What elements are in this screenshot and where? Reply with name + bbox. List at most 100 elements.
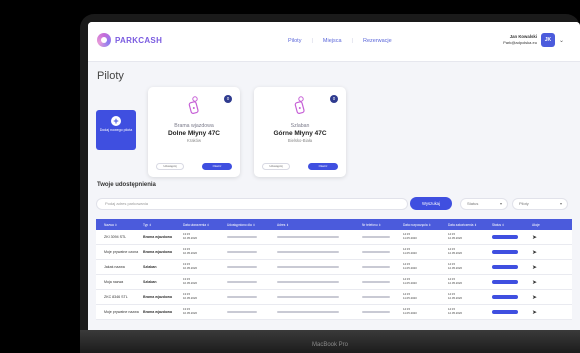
row-end: 14:15 12.05.2020 bbox=[448, 248, 492, 255]
logo-icon bbox=[97, 33, 111, 47]
row-status bbox=[492, 279, 532, 285]
logo-text: PARKCASH bbox=[115, 35, 163, 45]
col-end[interactable]: Data zakończenia ⇕ bbox=[448, 223, 492, 227]
redacted-text bbox=[362, 296, 390, 298]
redacted-text bbox=[277, 281, 339, 283]
redacted-text bbox=[227, 281, 257, 283]
col-type[interactable]: Typ ⇕ bbox=[143, 223, 183, 227]
row-start-date: 11.05.2020 bbox=[403, 266, 417, 270]
search-button[interactable]: Wyszukaj bbox=[410, 197, 452, 210]
plus-icon: + bbox=[111, 116, 121, 126]
user-info: Jan Kowalski Park@adpolska.eu bbox=[503, 34, 537, 46]
row-start: 14:15 11.05.2020 bbox=[403, 263, 448, 270]
avatar[interactable]: JK bbox=[540, 33, 555, 47]
col-address[interactable]: Adres ⇕ bbox=[277, 223, 362, 227]
table-row[interactable]: Moje prywatne ozona Brama wjazdowa 13:15 10… bbox=[96, 245, 572, 260]
main-nav: Piloty | Miejsca | Rezerwacje bbox=[288, 38, 392, 44]
table-row[interactable]: ZKI 3094 STL Brama wjazdowa 13:15 10.05.202… bbox=[96, 230, 572, 245]
row-start: 14:15 11.05.2020 bbox=[403, 233, 448, 240]
send-icon[interactable]: ➤ bbox=[532, 280, 537, 286]
search-input[interactable]: Podaj adres parkowania bbox=[96, 198, 408, 210]
row-end-date: 12.05.2020 bbox=[448, 236, 462, 240]
share-button[interactable]: Udostępnij bbox=[156, 163, 184, 170]
chevron-down-icon[interactable]: ⌄ bbox=[559, 37, 564, 44]
user-email: Park@adpolska.eu bbox=[503, 40, 537, 45]
pilots-select[interactable]: Piloty ▾ bbox=[512, 198, 568, 210]
row-end: 14:15 12.05.2020 bbox=[448, 308, 492, 315]
row-type: Brama wjazdowa bbox=[143, 295, 172, 299]
nav-miejsca[interactable]: Miejsca bbox=[323, 38, 342, 44]
chevron-down-icon: ▾ bbox=[559, 201, 562, 206]
row-type: Brama wjazdowa bbox=[143, 235, 172, 239]
redacted-text bbox=[362, 281, 390, 283]
table-row[interactable]: Moja nazwa Szlaban 13:15 10.05.2020 14:15 11.… bbox=[96, 275, 572, 290]
send-icon[interactable]: ➤ bbox=[532, 235, 537, 241]
send-icon[interactable]: ➤ bbox=[532, 310, 537, 316]
row-type: Brama wjazdowa bbox=[143, 250, 172, 254]
row-start: 14:15 11.05.2020 bbox=[403, 248, 448, 255]
nav-piloty[interactable]: Piloty bbox=[288, 38, 301, 44]
user-menu[interactable]: Jan Kowalski Park@adpolska.eu JK ⌄ bbox=[503, 33, 564, 47]
status-badge bbox=[492, 309, 518, 314]
redacted-text bbox=[277, 296, 339, 298]
card-badge: 0 bbox=[224, 95, 232, 103]
card-type: Szlaban bbox=[290, 123, 310, 129]
page-title: Piloty bbox=[97, 70, 124, 82]
redacted-text bbox=[277, 266, 339, 268]
add-pilot-label: Dodaj nowego pilota bbox=[99, 128, 133, 132]
row-end: 14:15 12.05.2020 bbox=[448, 293, 492, 300]
table-row[interactable]: Moje prywatne nazwa Brama wjazdowa 13:15 10… bbox=[96, 305, 572, 320]
add-pilot-button[interactable]: + Dodaj nowego pilota bbox=[96, 110, 136, 150]
table-row[interactable]: Jakaś nazwa Szlaban 13:15 10.05.2020 14:15 11… bbox=[96, 260, 572, 275]
col-start[interactable]: Data rozpoczęcia ⇕ bbox=[403, 223, 448, 227]
row-shared-with bbox=[227, 296, 277, 298]
table-header: Nazwa ⇕ Typ ⇕ Data utworzenia ⇕ Udostępn… bbox=[96, 219, 572, 230]
table-row[interactable]: ZKC 8346 STL Brama wjazdowa 13:15 10.05.202… bbox=[96, 290, 572, 305]
row-created-date: 10.05.2020 bbox=[183, 311, 197, 315]
row-phone bbox=[362, 266, 403, 268]
send-icon[interactable]: ➤ bbox=[532, 250, 537, 256]
col-created[interactable]: Data utworzenia ⇕ bbox=[183, 223, 227, 227]
open-button[interactable]: Otwórz bbox=[202, 163, 232, 170]
col-phone[interactable]: Nr telefonu ⇕ bbox=[362, 223, 403, 227]
nav-rezerwacje[interactable]: Rezerwacje bbox=[363, 38, 392, 44]
row-actions: ➤ bbox=[532, 309, 572, 316]
row-actions: ➤ bbox=[532, 294, 572, 301]
row-status bbox=[492, 234, 532, 240]
col-actions: Akcje bbox=[532, 222, 540, 227]
row-name: ZKC 8346 STL bbox=[104, 295, 128, 299]
row-address bbox=[277, 281, 362, 283]
col-name[interactable]: Nazwa ⇕ bbox=[96, 223, 143, 227]
send-icon[interactable]: ➤ bbox=[532, 295, 537, 301]
open-button[interactable]: Otwórz bbox=[308, 163, 338, 170]
col-status[interactable]: Status ⇕ bbox=[492, 223, 532, 227]
row-address bbox=[277, 296, 362, 298]
row-created: 13:15 10.05.2020 bbox=[183, 278, 227, 285]
pilot-card[interactable]: 0 Szlaban Górne Młyny 47C Bielsko-Biała … bbox=[254, 87, 346, 177]
row-created: 13:15 10.05.2020 bbox=[183, 233, 227, 240]
share-button[interactable]: Udostępnij bbox=[262, 163, 290, 170]
shares-title: Twoje udostępnienia bbox=[97, 182, 156, 188]
row-shared-with bbox=[227, 266, 277, 268]
row-created-date: 10.05.2020 bbox=[183, 281, 197, 285]
row-address bbox=[277, 311, 362, 313]
row-start-date: 11.05.2020 bbox=[403, 311, 417, 315]
row-address bbox=[277, 236, 362, 238]
row-actions: ➤ bbox=[532, 264, 572, 271]
send-icon[interactable]: ➤ bbox=[532, 265, 537, 271]
row-shared-with bbox=[227, 281, 277, 283]
pilots-select-label: Piloty bbox=[519, 201, 529, 206]
row-created: 13:15 10.05.2020 bbox=[183, 293, 227, 300]
status-select[interactable]: Status ▾ bbox=[460, 198, 508, 210]
row-start-date: 11.05.2020 bbox=[403, 296, 417, 300]
row-shared-with bbox=[227, 251, 277, 253]
row-start: 14:15 11.05.2020 bbox=[403, 278, 448, 285]
redacted-text bbox=[277, 251, 339, 253]
card-name: Górne Młyny 47C bbox=[273, 130, 327, 137]
redacted-text bbox=[277, 236, 339, 238]
nav-separator: | bbox=[351, 38, 353, 44]
col-shared-with[interactable]: Udostępniono dla ⇕ bbox=[227, 223, 277, 227]
pilot-card[interactable]: 0 Brama wjazdowa Dolne Młyny 47C Kraków … bbox=[148, 87, 240, 177]
row-end-date: 12.05.2020 bbox=[448, 266, 462, 270]
logo[interactable]: PARKCASH bbox=[97, 33, 162, 47]
